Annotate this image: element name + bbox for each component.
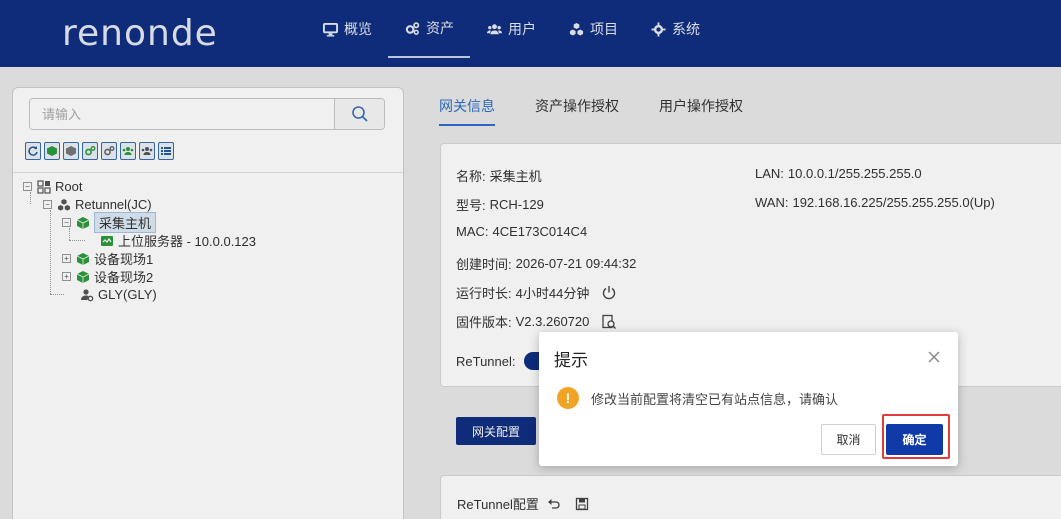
warning-icon: !	[557, 387, 579, 409]
confirm-dialog: 提示 ! 修改当前配置将清空已有站点信息，请确认 取消 确定	[539, 332, 958, 466]
dialog-body: ! 修改当前配置将清空已有站点信息，请确认	[557, 387, 838, 409]
close-icon[interactable]	[927, 350, 941, 364]
dialog-title: 提示	[554, 351, 588, 370]
dialog-message: 修改当前配置将清空已有站点信息，请确认	[591, 391, 839, 407]
cancel-button[interactable]: 取消	[821, 424, 876, 455]
confirm-button[interactable]: 确定	[886, 424, 943, 455]
